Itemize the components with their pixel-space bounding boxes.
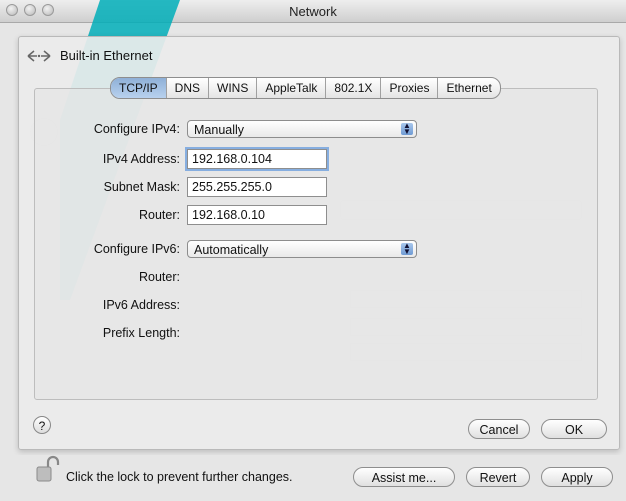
popup-arrows-icon: ▲ ▼: [401, 122, 413, 136]
tab-appletalk[interactable]: AppleTalk: [256, 78, 325, 98]
configure-ipv6-popup[interactable]: Automatically ▲ ▼: [187, 240, 417, 258]
configure-ipv6-label: Configure IPv6:: [93, 242, 180, 256]
ipv6-address-label: IPv6 Address:: [102, 298, 180, 312]
network-window: Network Built-in Ethernet TCP/IP DNS WIN…: [0, 0, 626, 501]
configure-ipv4-popup[interactable]: Manually ▲ ▼: [187, 120, 417, 138]
help-button[interactable]: ?: [33, 416, 51, 434]
ipv6-router-label: Router:: [139, 270, 180, 284]
prefix-length-label: Prefix Length:: [102, 326, 180, 340]
interface-header: Built-in Ethernet: [26, 48, 153, 63]
subnet-mask-label: Subnet Mask:: [103, 180, 180, 194]
subnet-mask-field[interactable]: 255.255.255.0: [187, 177, 327, 197]
lock-icon[interactable]: [36, 455, 60, 485]
ipv4-address-field[interactable]: 192.168.0.104: [187, 149, 327, 169]
tab-proxies[interactable]: Proxies: [380, 78, 437, 98]
tab-ethernet[interactable]: Ethernet: [437, 78, 499, 98]
tab-8021x[interactable]: 802.1X: [325, 78, 380, 98]
apply-button[interactable]: Apply: [541, 467, 613, 487]
popup-arrows-icon: ▲ ▼: [401, 242, 413, 256]
configure-ipv6-value: Automatically: [194, 243, 269, 257]
ok-button[interactable]: OK: [541, 419, 607, 439]
interface-name: Built-in Ethernet: [60, 48, 153, 63]
configure-ipv4-label: Configure IPv4:: [93, 122, 180, 136]
configure-ipv4-value: Manually: [194, 123, 245, 137]
window-title: Network: [289, 4, 337, 19]
revert-button[interactable]: Revert: [466, 467, 530, 487]
assist-me-button[interactable]: Assist me...: [353, 467, 455, 487]
ethernet-arrows-icon: [27, 49, 51, 62]
tab-wins[interactable]: WINS: [208, 78, 256, 98]
tab-dns[interactable]: DNS: [165, 78, 208, 98]
router-field[interactable]: 192.168.0.10: [187, 205, 327, 225]
tab-bar: TCP/IP DNS WINS AppleTalk 802.1X Proxies…: [110, 77, 501, 99]
title-bar: Network: [0, 0, 626, 23]
tab-tcpip[interactable]: TCP/IP: [111, 78, 166, 98]
ipv4-address-label: IPv4 Address:: [102, 152, 180, 166]
lock-message: Click the lock to prevent further change…: [66, 470, 293, 484]
router-label: Router:: [139, 208, 180, 222]
cancel-button[interactable]: Cancel: [468, 419, 530, 439]
